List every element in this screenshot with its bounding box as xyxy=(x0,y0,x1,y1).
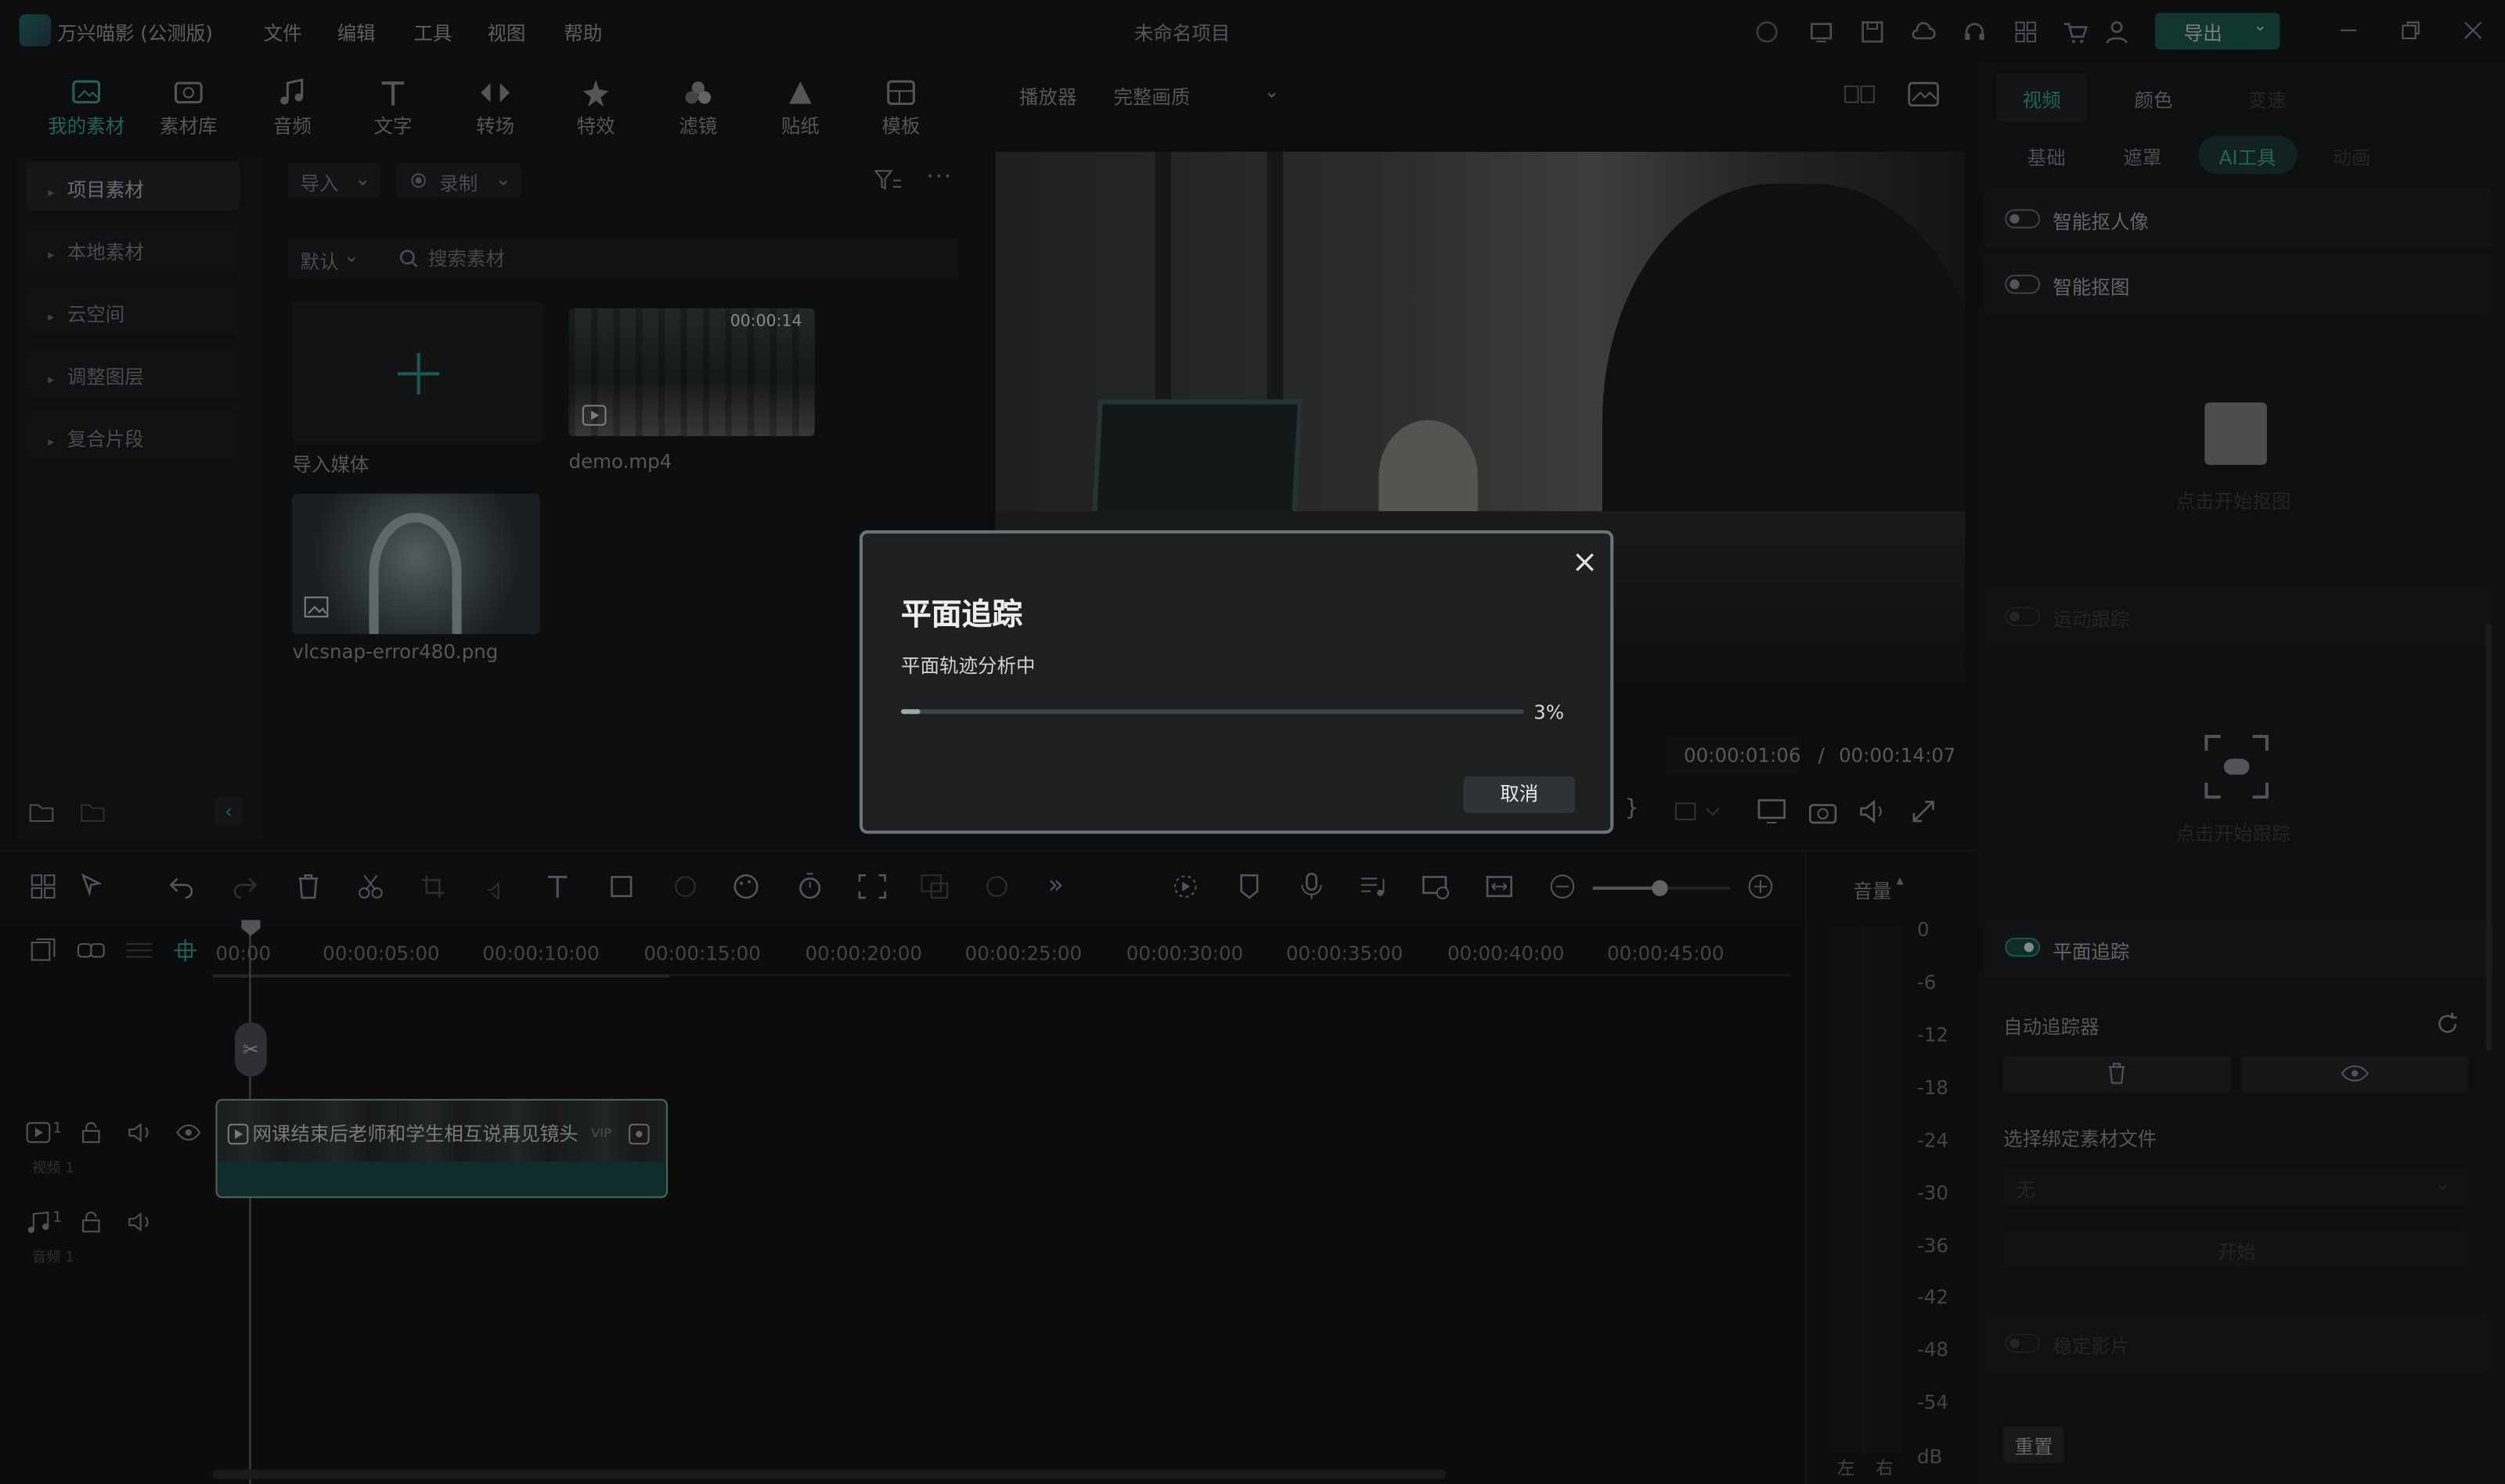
close-icon[interactable] xyxy=(1572,549,1598,575)
progress-track xyxy=(901,709,1524,715)
dialog-subtitle: 平面轨迹分析中 xyxy=(901,654,1036,678)
cancel-button[interactable]: 取消 xyxy=(1463,776,1576,813)
progress-fill xyxy=(901,709,920,715)
dialog-title: 平面追踪 xyxy=(901,597,1023,633)
progress-percent: 3% xyxy=(1534,701,1565,724)
planar-tracking-dialog: 平面追踪 平面轨迹分析中 3% 取消 xyxy=(859,530,1614,834)
